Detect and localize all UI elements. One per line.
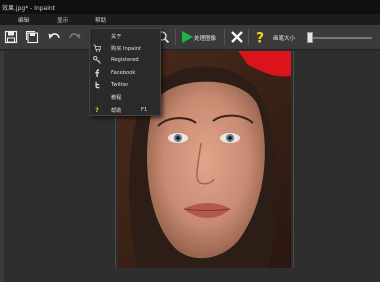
menu-help[interactable]: 帮助	[95, 16, 106, 24]
process-image-label[interactable]: 处理图像	[194, 34, 216, 42]
help-menu-item-label: Facebook	[111, 70, 136, 76]
save-as-button[interactable]	[23, 28, 41, 46]
help-menu-item-label: 教程	[111, 95, 122, 101]
brush-size-slider-thumb[interactable]	[307, 32, 313, 43]
help-menu-item-label: 关于	[111, 34, 122, 40]
facebook-icon	[93, 69, 101, 77]
undo-icon	[48, 33, 60, 39]
toolbar: 处理图像 ? 画笔大小	[0, 25, 380, 50]
close-icon	[231, 31, 243, 43]
redo-button[interactable]	[66, 28, 84, 46]
brush-size-label: 画笔大小	[273, 36, 296, 42]
help-menu-item-shortcut: F1	[141, 107, 148, 113]
menu-edit[interactable]: 编辑	[18, 16, 29, 24]
save-button[interactable]	[2, 28, 20, 46]
question-icon: ?	[256, 31, 264, 45]
help-menu-item-registered[interactable]: Registered	[90, 54, 162, 66]
help-menu-item-about[interactable]: 关于	[90, 30, 162, 42]
title-bar: 效果.jpg* - Inpaint	[0, 0, 380, 14]
menu-bar: 编辑 显示 帮助	[0, 14, 380, 25]
help-button[interactable]: ?	[251, 28, 269, 46]
help-menu-item-label: Twitter	[111, 82, 129, 88]
help-menu-item-twitter[interactable]: Twitter	[90, 79, 162, 91]
clear-selection-button[interactable]	[228, 28, 246, 46]
help-menu-item-help[interactable]: ? 帮助 F1	[90, 104, 162, 116]
undo-button[interactable]	[45, 28, 63, 46]
window-title: 效果.jpg* - Inpaint	[2, 5, 56, 12]
help-menu-item-buy[interactable]: 购买 Inpaint	[90, 42, 162, 54]
toolbar-separator	[248, 29, 249, 45]
toolbar-separator	[224, 29, 225, 45]
toolbar-separator	[175, 29, 176, 45]
twitter-icon	[93, 81, 101, 89]
help-menu-dropdown: 关于 购买 Inpaint Registered Facebook Twitte…	[89, 28, 161, 116]
svg-text:?: ?	[256, 31, 264, 45]
help-menu-item-facebook[interactable]: Facebook	[90, 67, 162, 79]
menu-view[interactable]: 显示	[57, 16, 68, 24]
cart-icon	[93, 44, 101, 52]
save-as-icon	[25, 30, 39, 44]
help-menu-item-label: Registered	[111, 57, 139, 63]
help-menu-item-label: 帮助	[111, 108, 122, 114]
help-menu-item-label: 购买 Inpaint	[111, 46, 142, 52]
redo-icon	[69, 33, 81, 39]
key-icon	[93, 56, 101, 64]
help-icon: ?	[95, 106, 99, 114]
save-icon	[4, 30, 18, 44]
left-panel	[0, 51, 4, 282]
help-menu-item-tutorial[interactable]: 教程	[90, 91, 162, 103]
play-icon	[182, 31, 193, 43]
brush-size-slider[interactable]	[312, 37, 372, 39]
canvas-border-right	[293, 51, 294, 268]
